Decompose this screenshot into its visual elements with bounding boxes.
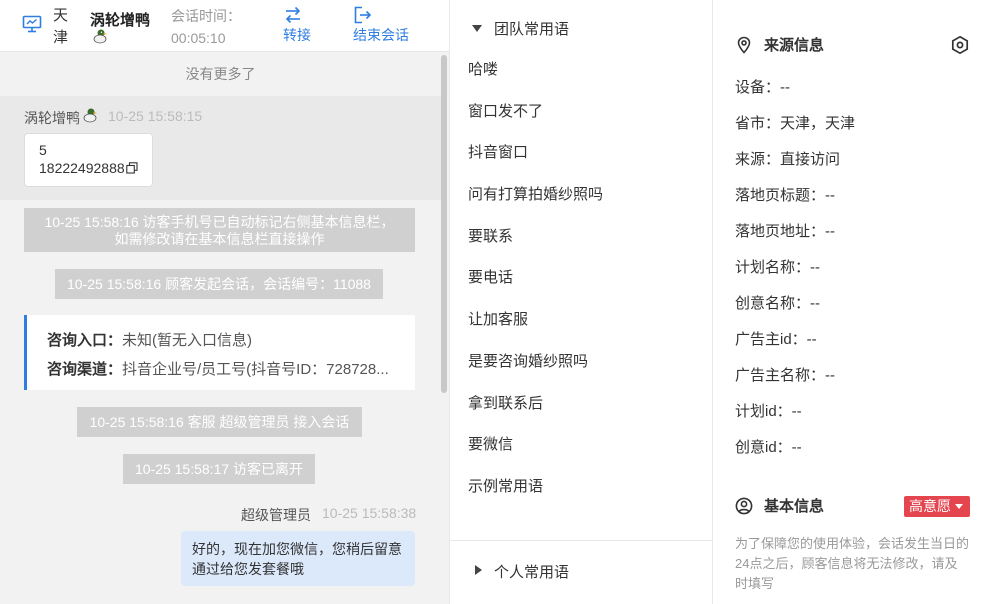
info-source: 来源：直接访问	[735, 151, 841, 168]
info-province-city: 省市：天津，天津	[735, 115, 856, 132]
end-session-button[interactable]: 结束会话	[353, 5, 409, 45]
message-sender: 涡轮增鸭	[24, 110, 80, 126]
info-device: 设备：--	[735, 79, 790, 96]
consult-entry-value: 未知(暂无入口信息)	[122, 332, 253, 349]
consult-entry-label: 咨询入口：	[47, 332, 123, 349]
visitor-city: 天津	[53, 7, 69, 46]
copy-icon[interactable]	[125, 162, 138, 174]
visitor-name: 涡轮增鸭	[90, 12, 151, 29]
system-message-auto-mark: 10-25 15:58:16 访客手机号已自动标记右侧基本信息栏， 如需修改请在…	[24, 208, 415, 252]
consult-info-card: 咨询入口：未知(暂无入口信息) 咨询渠道：抖音企业号/员工号(抖音号ID：728…	[24, 315, 415, 390]
end-session-label: 结束会话	[353, 27, 409, 43]
phrase-item[interactable]: 示例常用语	[450, 466, 712, 508]
info-landing-url: 落地页地址：--	[735, 223, 835, 240]
message-time: 10-25 15:58:38	[322, 505, 417, 521]
basic-info-note: 为了保障您的使用体验，会话发生当日的24点之后，顾客信息将无法修改，请及时填写	[735, 536, 970, 591]
consult-channel-label: 咨询渠道：	[47, 361, 123, 378]
user-circle-icon	[735, 497, 753, 515]
no-more-messages: 没有更多了	[185, 66, 256, 82]
session-time: 00:05:10	[171, 30, 226, 46]
system-message-visitor-left: 10-25 15:58:17 访客已离开	[123, 454, 315, 484]
transfer-label: 转接	[283, 27, 311, 43]
divider	[450, 540, 712, 541]
phrase-item[interactable]: 要电话	[450, 257, 712, 299]
logout-icon	[354, 6, 372, 24]
info-advertiser-name: 广告主名称：--	[735, 367, 835, 384]
message-time: 10-25 15:58:15	[108, 108, 203, 124]
system-message-line: 如需修改请在基本信息栏直接操作	[114, 231, 325, 247]
system-message-agent-join: 10-25 15:58:16 客服 超级管理员 接入会话	[77, 407, 362, 437]
phrase-item[interactable]: 拿到联系后	[450, 383, 712, 425]
caret-down-icon	[472, 25, 482, 32]
monitor-icon	[22, 15, 42, 33]
source-info-label: 来源信息	[764, 37, 825, 54]
phrase-item[interactable]: 问有打算拍婚纱照吗	[450, 174, 712, 216]
caret-right-icon	[475, 565, 482, 575]
agent-bubble: 好的，现在加您微信，您稍后留意通过给您发套餐哦	[181, 531, 415, 586]
system-message-session-start: 10-25 15:58:16 顾客发起会话，会话编号：11088	[55, 269, 383, 299]
info-advertiser-id: 广告主id：--	[735, 331, 817, 348]
phrase-item[interactable]: 让加客服	[450, 299, 712, 341]
phrase-list: 哈喽 窗口发不了 抖音窗口 问有打算拍婚纱照吗 要联系 要电话 让加客服 是要咨…	[450, 49, 712, 508]
visitor-message: 涡轮增鸭 10-25 15:58:15 5 18222492888	[0, 96, 441, 200]
phrase-item[interactable]: 是要咨询婚纱照吗	[450, 341, 712, 383]
chat-header: 天津 涡轮增鸭 会话时间： 00:05:10 转接 结束会话	[0, 0, 449, 52]
info-pane: 来源信息 设备：-- 省市：天津，天津 来源：直接访问 落地页标题：-- 落地页…	[713, 0, 986, 604]
visitor-phone: 18222492888	[39, 160, 125, 176]
duck-avatar-icon	[83, 108, 97, 123]
system-message-line: 10-25 15:58:16 访客手机号已自动标记右侧基本信息栏，	[44, 214, 395, 230]
phrase-item[interactable]: 哈喽	[450, 49, 712, 91]
chat-scrollbar[interactable]	[441, 55, 447, 393]
info-creative-name: 创意名称：--	[735, 295, 820, 312]
personal-phrases-label: 个人常用语	[494, 564, 570, 581]
settings-icon[interactable]	[950, 35, 970, 55]
intent-level-dropdown[interactable]: 高意愿	[904, 496, 970, 517]
phrases-pane: 团队常用语 哈喽 窗口发不了 抖音窗口 问有打算拍婚纱照吗 要联系 要电话 让加…	[449, 0, 713, 604]
consult-channel-value: 抖音企业号/员工号(抖音号ID：728728...	[122, 361, 389, 378]
phrase-item[interactable]: 窗口发不了	[450, 91, 712, 133]
phrase-item[interactable]: 要微信	[450, 424, 712, 466]
visitor-msg-line: 5	[39, 142, 47, 158]
source-info-list: 设备：-- 省市：天津，天津 来源：直接访问 落地页标题：-- 落地页地址：--…	[735, 76, 855, 472]
message-sender: 超级管理员	[241, 507, 311, 523]
transfer-icon	[285, 6, 301, 24]
info-plan-id: 计划id：--	[735, 403, 802, 420]
location-icon	[737, 36, 751, 54]
phrase-item[interactable]: 要联系	[450, 216, 712, 258]
phrase-item[interactable]: 抖音窗口	[450, 132, 712, 174]
intent-level-value: 高意愿	[909, 498, 951, 514]
visitor-bubble: 5 18222492888	[24, 133, 153, 187]
info-plan-name: 计划名称：--	[735, 259, 820, 276]
chat-pane: 天津 涡轮增鸭 会话时间： 00:05:10 转接 结束会话 没有更多了 涡轮增…	[0, 0, 449, 604]
chevron-down-icon	[955, 504, 963, 509]
transfer-button[interactable]: 转接	[283, 5, 311, 45]
info-creative-id: 创意id：--	[735, 439, 802, 456]
session-time-label: 会话时间：	[171, 8, 241, 24]
basic-info-label: 基本信息	[764, 498, 825, 515]
duck-avatar-icon	[93, 29, 107, 44]
info-landing-title: 落地页标题：--	[735, 187, 835, 204]
team-phrases-label: 团队常用语	[494, 21, 570, 38]
